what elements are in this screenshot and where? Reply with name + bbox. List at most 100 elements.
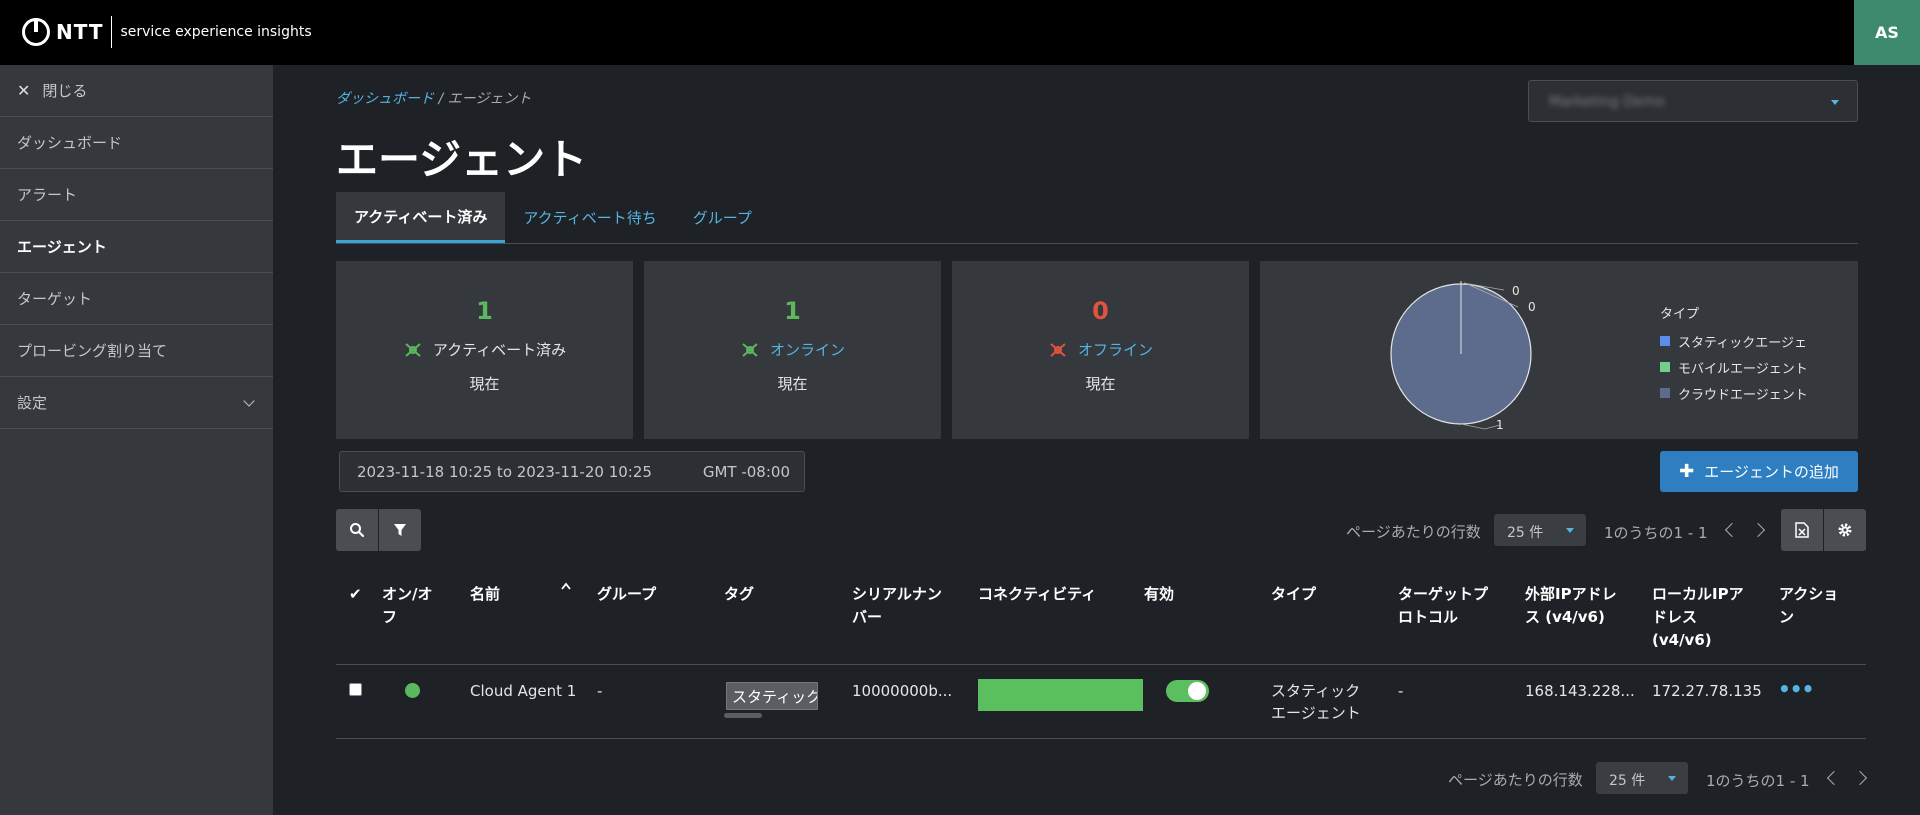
legend-label: モバイルエージェント bbox=[1678, 361, 1808, 377]
column-target-protocol[interactable]: ターゲットプ ロトコル bbox=[1398, 583, 1508, 629]
legend-label: クラウドエージェント bbox=[1678, 387, 1808, 403]
prev-page-icon[interactable] bbox=[1724, 522, 1740, 538]
agent-name-link[interactable]: Cloud Agent 1 bbox=[470, 680, 576, 702]
stat-value: 0 bbox=[1092, 297, 1109, 325]
agent-group: - bbox=[597, 682, 603, 700]
rows-per-page-label-bottom: ページあたりの行数 bbox=[1448, 771, 1583, 789]
column-tag[interactable]: タグ bbox=[724, 583, 754, 606]
sidebar-item-dashboard[interactable]: ダッシュボード bbox=[0, 117, 273, 169]
agent-local-ip: 172.27.78.135 bbox=[1652, 682, 1762, 700]
breadcrumb-separator: / bbox=[434, 91, 448, 107]
sidebar-close-button[interactable]: ✕ 閉じる bbox=[0, 65, 273, 117]
tab-pending-activation[interactable]: アクティベート待ち bbox=[505, 192, 674, 243]
sidebar-item-label: 設定 bbox=[17, 394, 48, 412]
prev-page-icon[interactable] bbox=[1826, 770, 1842, 786]
column-on-off[interactable]: オン/オ フ bbox=[382, 583, 442, 629]
column-connectivity[interactable]: コネクティビティ bbox=[978, 583, 1096, 606]
sidebar-item-targets[interactable]: ターゲット bbox=[0, 273, 273, 325]
breadcrumb-current: エージェント bbox=[447, 91, 532, 107]
legend-item[interactable]: クラウドエージェント bbox=[1660, 380, 1808, 406]
stat-card-online: 1 オンライン 現在 bbox=[644, 261, 941, 439]
stat-value: 1 bbox=[784, 297, 801, 325]
search-icon bbox=[350, 523, 365, 538]
rows-per-page-select-bottom[interactable]: 25 件 bbox=[1596, 762, 1688, 794]
column-group[interactable]: グループ bbox=[597, 583, 656, 606]
row-actions-menu[interactable]: ••• bbox=[1778, 679, 1814, 699]
table-row-divider bbox=[336, 738, 1866, 739]
network-icon bbox=[1050, 342, 1066, 357]
legend-item[interactable]: モバイルエージェント bbox=[1660, 354, 1808, 380]
logo-divider bbox=[111, 16, 113, 48]
online-status-dot bbox=[405, 683, 420, 698]
sort-ascending-icon[interactable] bbox=[561, 582, 571, 590]
next-page-icon[interactable] bbox=[1750, 522, 1766, 538]
stat-sub: 現在 bbox=[469, 375, 500, 393]
search-button[interactable] bbox=[336, 509, 378, 551]
sidebar-item-settings[interactable]: 設定 bbox=[0, 377, 273, 429]
export-excel-button[interactable] bbox=[1781, 509, 1823, 551]
slice-label: 0 bbox=[1528, 300, 1536, 314]
ntt-logo[interactable]: NTT service experience insights bbox=[22, 16, 312, 48]
tab-activated[interactable]: アクティベート済み bbox=[336, 192, 506, 243]
legend-swatch bbox=[1660, 336, 1670, 346]
agent-target-protocol: - bbox=[1398, 682, 1404, 700]
logo-brand: NTT bbox=[56, 20, 104, 44]
breadcrumb-dashboard-link[interactable]: ダッシュボード bbox=[336, 91, 434, 107]
sidebar-close-label: 閉じる bbox=[42, 82, 88, 100]
add-agent-button[interactable]: ✚ エージェントの追加 bbox=[1660, 451, 1858, 492]
legend-item[interactable]: スタティックエージェ bbox=[1660, 328, 1808, 354]
add-agent-label: エージェントの追加 bbox=[1704, 463, 1839, 481]
tab-bar: アクティベート済み アクティベート待ち グループ bbox=[336, 192, 1858, 244]
column-type[interactable]: タイプ bbox=[1271, 583, 1316, 606]
slice-label: 0 bbox=[1512, 284, 1520, 298]
logo-product: service experience insights bbox=[120, 24, 312, 40]
online-agents-link[interactable]: オンライン bbox=[770, 339, 845, 360]
stat-sub: 現在 bbox=[1085, 375, 1116, 393]
agent-type-pie-chart: 0 0 1 bbox=[1390, 281, 1536, 432]
rows-per-page-value: 25 件 bbox=[1507, 525, 1544, 541]
ntt-logo-icon bbox=[22, 18, 50, 46]
enabled-toggle[interactable] bbox=[1166, 680, 1209, 702]
stat-label-row: オンライン bbox=[644, 339, 941, 360]
top-bar: NTT service experience insights AS bbox=[0, 0, 1920, 65]
organization-select-value: Marketing Demo bbox=[1549, 94, 1665, 110]
stat-card-activated: 1 アクティベート済み 現在 bbox=[336, 261, 633, 439]
column-local-ip[interactable]: ローカルIPア ドレス (v4/v6) bbox=[1652, 583, 1762, 652]
user-avatar[interactable]: AS bbox=[1854, 0, 1920, 65]
agent-external-ip: 168.143.228... bbox=[1525, 682, 1635, 700]
agent-type-chart-card: 0 0 1 タイプ スタティックエージェ モバイルエージェント クラウドエージェ… bbox=[1260, 261, 1858, 439]
row-checkbox[interactable] bbox=[349, 683, 362, 696]
organization-select[interactable]: Marketing Demo bbox=[1528, 80, 1858, 122]
sidebar: ✕ 閉じる ダッシュボード アラート エージェント ターゲット プロービング割り… bbox=[0, 65, 273, 815]
column-enabled[interactable]: 有効 bbox=[1144, 583, 1174, 606]
excel-export-icon bbox=[1795, 522, 1809, 538]
table-settings-button[interactable] bbox=[1824, 509, 1866, 551]
sidebar-item-label: アラート bbox=[17, 186, 78, 204]
tab-groups[interactable]: グループ bbox=[675, 192, 770, 243]
table-header-divider bbox=[336, 664, 1866, 665]
network-icon bbox=[742, 342, 758, 357]
rows-per-page-value: 25 件 bbox=[1609, 773, 1646, 789]
connectivity-bar bbox=[978, 679, 1143, 711]
date-range-picker[interactable]: 2023-11-18 10:25 to 2023-11-20 10:25 GMT… bbox=[339, 451, 805, 492]
column-external-ip[interactable]: 外部IPアドレ ス (v4/v6) bbox=[1525, 583, 1635, 629]
sidebar-item-agents[interactable]: エージェント bbox=[0, 221, 273, 273]
caret-down-icon bbox=[1668, 776, 1676, 781]
rows-per-page-select[interactable]: 25 件 bbox=[1494, 514, 1586, 546]
column-serial-number[interactable]: シリアルナン バー bbox=[852, 583, 962, 629]
stat-label-row: アクティベート済み bbox=[336, 339, 633, 360]
column-select-all[interactable]: ✔ bbox=[349, 583, 362, 606]
agent-tag: スタティック bbox=[726, 682, 818, 710]
tag-scrollbar[interactable] bbox=[724, 713, 762, 718]
network-icon bbox=[405, 342, 421, 357]
sidebar-item-label: ダッシュボード bbox=[17, 134, 123, 152]
caret-down-icon bbox=[1566, 528, 1574, 533]
sidebar-item-probing-assignment[interactable]: プロービング割り当て bbox=[0, 325, 273, 377]
offline-agents-link[interactable]: オフライン bbox=[1078, 339, 1153, 360]
sidebar-item-alerts[interactable]: アラート bbox=[0, 169, 273, 221]
next-page-icon[interactable] bbox=[1852, 770, 1868, 786]
filter-button[interactable] bbox=[379, 509, 421, 551]
pagination-count: 1のうちの1 - 1 bbox=[1604, 524, 1708, 542]
column-name[interactable]: 名前 bbox=[470, 583, 500, 606]
pagination-count-bottom: 1のうちの1 - 1 bbox=[1706, 772, 1810, 790]
